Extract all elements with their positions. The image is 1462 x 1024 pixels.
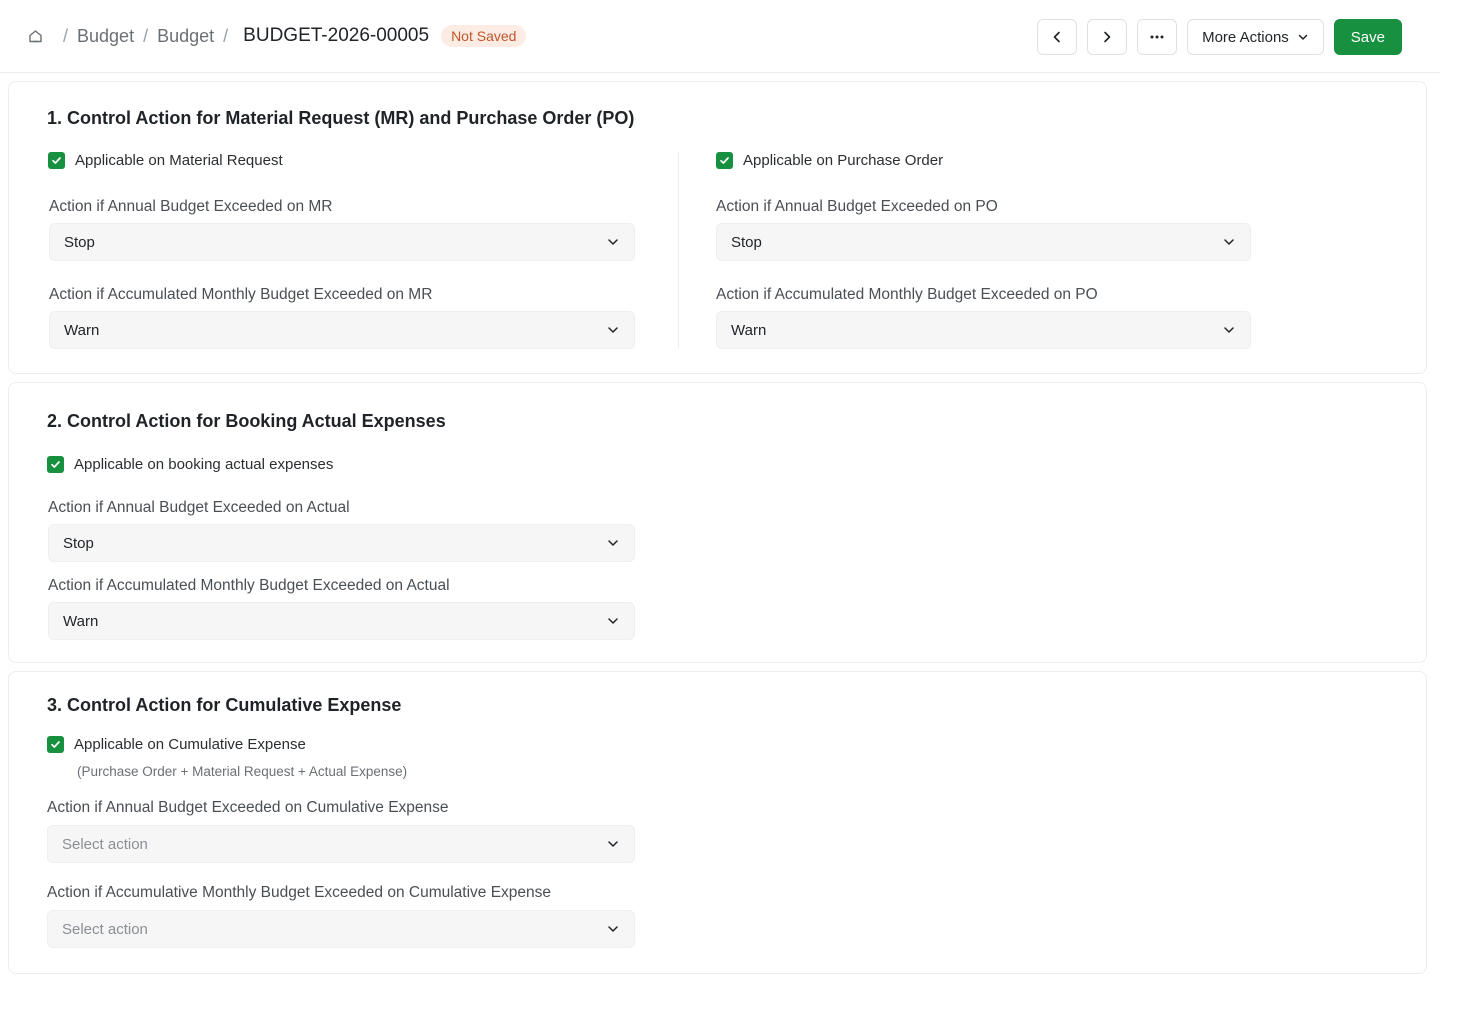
checkbox-checked-icon[interactable]	[47, 736, 64, 753]
previous-button[interactable]	[1037, 19, 1078, 55]
field-label: Action if Annual Budget Exceeded on MR	[49, 198, 333, 215]
more-actions-button[interactable]: More Actions	[1187, 19, 1324, 55]
chevron-down-icon	[608, 540, 618, 546]
field-label: Action if Annual Budget Exceeded on Actu…	[48, 499, 350, 516]
toolbar-actions: More Actions Save	[1037, 19, 1402, 55]
select-value: Warn	[64, 321, 100, 339]
select-value: Warn	[731, 321, 767, 339]
breadcrumb-separator: /	[143, 25, 149, 46]
select-placeholder: Select action	[62, 835, 148, 853]
select-value: Stop	[64, 233, 95, 251]
breadcrumb-separator: /	[223, 25, 229, 46]
actual-annual-action-select[interactable]: Stop	[48, 524, 635, 562]
cumulative-monthly-action-select[interactable]: Select action	[47, 910, 635, 948]
more-options-button[interactable]	[1137, 19, 1178, 55]
section-title: 3. Control Action for Cumulative Expense	[47, 695, 402, 715]
section-mr-po: 1. Control Action for Material Request (…	[8, 81, 1427, 374]
chevron-right-icon	[1104, 31, 1111, 43]
select-value: Stop	[63, 534, 94, 552]
column-divider	[678, 152, 679, 348]
select-value: Warn	[63, 612, 99, 630]
page-title: BUDGET-2026-00005	[243, 25, 430, 46]
section-title: 1. Control Action for Material Request (…	[47, 108, 635, 128]
chevron-down-icon	[608, 239, 618, 245]
field-label: Action if Accumulative Monthly Budget Ex…	[47, 884, 552, 901]
chevron-down-icon	[1224, 239, 1234, 245]
mr-annual-action-select[interactable]: Stop	[49, 223, 635, 261]
more-actions-label: More Actions	[1202, 28, 1289, 46]
actual-monthly-action-select[interactable]: Warn	[48, 602, 635, 640]
mr-monthly-action-select[interactable]: Warn	[49, 311, 635, 349]
select-value: Stop	[731, 233, 762, 251]
checkbox-label: Applicable on Purchase Order	[743, 152, 944, 169]
po-applicable-checkbox[interactable]: Applicable on Purchase Order	[716, 152, 943, 169]
chevron-down-icon	[608, 841, 618, 847]
save-button[interactable]: Save	[1333, 19, 1402, 55]
select-placeholder: Select action	[62, 920, 148, 938]
chevron-down-icon	[608, 926, 618, 932]
checkbox-checked-icon[interactable]	[47, 456, 64, 473]
chevron-down-icon	[1298, 34, 1308, 40]
po-monthly-action-select[interactable]: Warn	[716, 311, 1251, 349]
checkbox-hint: (Purchase Order + Material Request + Act…	[77, 764, 408, 779]
chevron-down-icon	[608, 327, 618, 333]
actual-applicable-checkbox[interactable]: Applicable on booking actual expenses	[47, 456, 333, 473]
checkbox-checked-icon[interactable]	[48, 152, 65, 169]
checkbox-checked-icon[interactable]	[716, 152, 733, 169]
breadcrumb-separator: /	[63, 25, 69, 46]
breadcrumb: / Budget / Budget / BUDGET-2026-00005 No…	[26, 25, 527, 47]
section-title: 2. Control Action for Booking Actual Exp…	[47, 411, 446, 431]
field-label: Action if Accumulated Monthly Budget Exc…	[716, 286, 1098, 303]
status-badge: Not Saved	[441, 25, 527, 47]
section-actual-expenses: 2. Control Action for Booking Actual Exp…	[8, 382, 1427, 663]
next-button[interactable]	[1087, 19, 1128, 55]
chevron-down-icon	[608, 618, 618, 624]
field-label: Action if Accumulated Monthly Budget Exc…	[48, 577, 450, 594]
breadcrumb-item-doctype[interactable]: Budget	[157, 26, 214, 47]
section-cumulative-expense: 3. Control Action for Cumulative Expense…	[8, 671, 1427, 974]
checkbox-label: Applicable on booking actual expenses	[74, 456, 334, 473]
field-label: Action if Annual Budget Exceeded on Cumu…	[47, 799, 449, 816]
ellipsis-icon	[1150, 35, 1164, 39]
chevron-left-icon	[1053, 31, 1060, 43]
chevron-down-icon	[1224, 327, 1234, 333]
checkbox-label: Applicable on Material Request	[75, 152, 283, 169]
mr-applicable-checkbox[interactable]: Applicable on Material Request	[48, 152, 283, 169]
breadcrumb-item-module[interactable]: Budget	[77, 26, 134, 47]
field-label: Action if Annual Budget Exceeded on PO	[716, 198, 998, 215]
po-annual-action-select[interactable]: Stop	[716, 223, 1251, 261]
cumulative-applicable-checkbox[interactable]: Applicable on Cumulative Expense	[47, 736, 306, 753]
top-bar: / Budget / Budget / BUDGET-2026-00005 No…	[0, 0, 1440, 73]
home-icon[interactable]	[26, 27, 44, 45]
checkbox-label: Applicable on Cumulative Expense	[74, 736, 306, 753]
field-label: Action if Accumulated Monthly Budget Exc…	[49, 286, 433, 303]
cumulative-annual-action-select[interactable]: Select action	[47, 825, 635, 863]
